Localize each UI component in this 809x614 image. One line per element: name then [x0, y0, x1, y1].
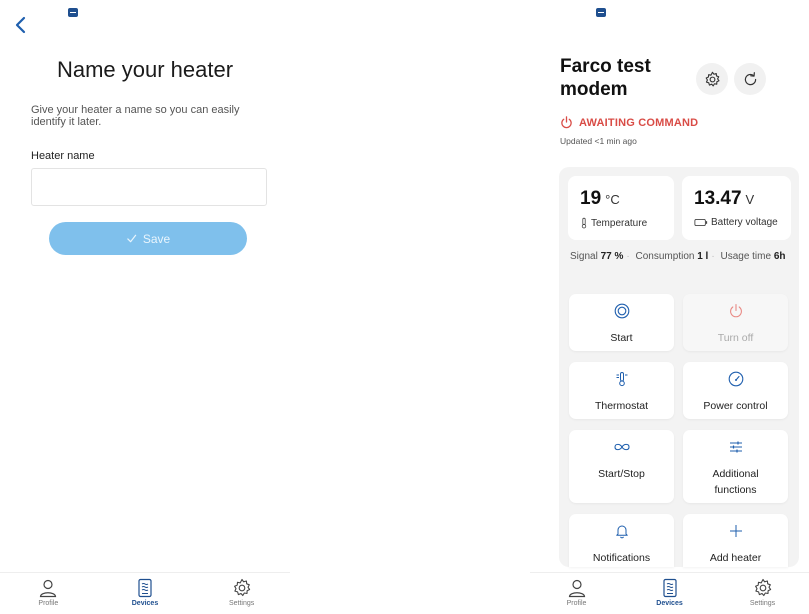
temperature-label: Temperature [580, 217, 647, 229]
notifications-button[interactable]: Notifications [569, 514, 674, 567]
infinity-icon [613, 443, 630, 451]
temperature-card: 19 °C Temperature [568, 176, 674, 240]
heater-name-label: Heater name [31, 150, 95, 162]
start-icon [614, 303, 629, 319]
plus-icon [729, 525, 742, 537]
notifications-button-label: Notifications [592, 552, 651, 564]
usage-label: Usage time [720, 251, 772, 262]
check-icon [127, 234, 137, 243]
nav-profile-label: Profile [38, 600, 59, 607]
save-button-label: Save [142, 231, 171, 246]
nav-settings[interactable]: Settings [733, 578, 793, 607]
device-panel: 19 °C Temperature 13.47 V Battery voltage … [559, 167, 799, 567]
back-button[interactable] [12, 14, 30, 36]
start-button[interactable]: Start [569, 294, 674, 351]
gauge-icon [728, 371, 743, 387]
add-heater-button[interactable]: Add heater [683, 514, 788, 567]
power-control-button-label: Power control [703, 400, 768, 412]
battery-label-text: Battery voltage [711, 217, 778, 228]
page-description: Give your heater a name so you can easil… [31, 104, 240, 128]
battery-icon [694, 219, 708, 226]
bell-icon [615, 525, 628, 539]
refresh-icon [744, 71, 756, 85]
gear-icon [705, 71, 720, 86]
device-detail-screen: Farco test modem AWAITING COMMAND Update… [530, 0, 809, 614]
battery-value: 13.47 [694, 188, 742, 209]
bottom-nav: Profile Devices Settings [0, 572, 290, 614]
signal-value: 77 % [600, 251, 624, 262]
power-icon [729, 303, 742, 318]
signal-label: Signal [570, 251, 598, 262]
thermostat-button-label: Thermostat [594, 400, 649, 412]
add-heater-button-label: Add heater [709, 552, 762, 564]
device-status: AWAITING COMMAND [560, 116, 698, 129]
device-stats: Signal 77 % · Consumption 1 l · Usage time… [570, 251, 786, 262]
nav-profile-label: Profile [566, 600, 587, 607]
device-settings-button[interactable] [696, 63, 728, 95]
additional-functions-button-label: Additional functions [712, 468, 759, 496]
gear-icon [233, 578, 250, 597]
name-heater-screen: Name your heater Give your heater a name… [0, 0, 290, 614]
nav-settings[interactable]: Settings [212, 578, 272, 607]
page-title: Name your heater [56, 57, 234, 82]
nav-devices-label: Devices [131, 600, 159, 607]
status-bar-icon [68, 8, 78, 17]
power-control-button[interactable]: Power control [683, 362, 788, 419]
start-button-label: Start [610, 332, 633, 344]
profile-icon [40, 579, 57, 598]
nav-devices-label: Devices [656, 600, 683, 607]
turn-off-button-label: Turn off [717, 332, 754, 344]
nav-profile[interactable]: Profile [547, 578, 607, 607]
temperature-value: 19 [580, 188, 602, 209]
heater-name-input[interactable] [31, 168, 267, 206]
status-text: AWAITING COMMAND [579, 116, 699, 129]
device-name: Farco test modem [560, 56, 651, 100]
refresh-button[interactable] [734, 63, 766, 95]
start-stop-button[interactable]: Start/Stop [569, 430, 674, 503]
updated-time: Updated <1 min ago [560, 136, 637, 146]
additional-functions-button[interactable]: Additional functions [683, 430, 788, 503]
bottom-nav: Profile Devices Settings [530, 572, 809, 614]
power-icon [561, 116, 572, 129]
profile-icon [568, 579, 585, 598]
temperature-unit: °C [605, 192, 620, 207]
usage-value: 6h [773, 251, 786, 262]
consumption-label: Consumption [635, 251, 695, 262]
battery-reading: 13.47 V [694, 188, 754, 210]
nav-devices[interactable]: Devices [115, 578, 175, 607]
chevron-left-icon [15, 16, 26, 34]
temperature-label-text: Temperature [591, 217, 648, 229]
start-stop-button-label: Start/Stop [598, 468, 645, 480]
nav-devices[interactable]: Devices [640, 578, 700, 607]
devices-icon [662, 578, 677, 598]
sliders-icon [729, 441, 742, 453]
battery-unit: V [745, 192, 755, 207]
battery-card: 13.47 V Battery voltage [682, 176, 791, 240]
thermostat-button[interactable]: Thermostat [569, 362, 674, 419]
status-bar-icon [596, 8, 606, 17]
nav-profile[interactable]: Profile [18, 578, 78, 607]
gear-icon [754, 578, 771, 597]
consumption-value: 1 l [697, 251, 709, 262]
nav-settings-label: Settings [228, 600, 255, 607]
thermostat-icon [616, 372, 627, 387]
battery-label: Battery voltage [694, 217, 778, 228]
temperature-reading: 19 °C [580, 188, 620, 210]
devices-icon [138, 578, 152, 598]
nav-settings-label: Settings [749, 600, 776, 607]
save-button[interactable]: Save [49, 222, 247, 255]
turn-off-button[interactable]: Turn off [683, 294, 788, 351]
thermometer-icon [581, 217, 587, 229]
